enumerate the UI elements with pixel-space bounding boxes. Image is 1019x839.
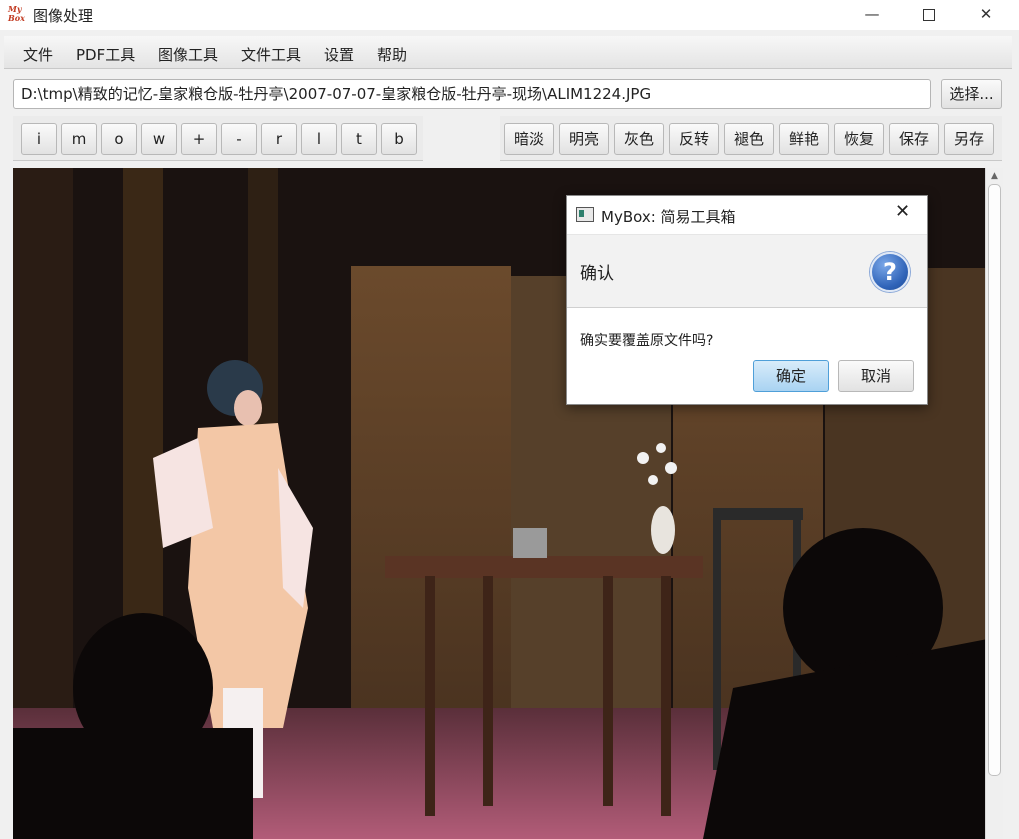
question-icon: ? — [870, 252, 910, 292]
dialog-message: 确实要覆盖原文件吗? — [580, 333, 714, 349]
menu-pdf-tools[interactable]: PDF工具 — [76, 44, 135, 65]
darken-button[interactable]: 暗淡 — [504, 123, 554, 155]
dialog-heading: 确认 — [580, 264, 614, 284]
toolbar-button-o[interactable]: o — [101, 123, 137, 155]
restore-button[interactable]: 恢复 — [834, 123, 884, 155]
invert-button[interactable]: 反转 — [669, 123, 719, 155]
vertical-scrollbar[interactable]: ▲ — [985, 168, 1003, 839]
toolbar-button-i[interactable]: i — [21, 123, 57, 155]
maximize-icon — [923, 8, 935, 21]
file-path-input[interactable]: D:\tmp\精致的记忆-皇家粮仓版-牡丹亭\2007-07-07-皇家粮仓版-… — [13, 79, 931, 109]
ok-button[interactable]: 确定 — [753, 360, 829, 392]
save-as-button[interactable]: 另存 — [944, 123, 994, 155]
fade-button[interactable]: 褪色 — [724, 123, 774, 155]
zoom-out-button[interactable]: - — [221, 123, 257, 155]
window-titlebar: My Box 图像处理 — ✕ — [0, 0, 1019, 30]
dialog-close-button[interactable]: ✕ — [895, 202, 910, 222]
scroll-thumb[interactable] — [988, 184, 1001, 776]
grayscale-button[interactable]: 灰色 — [614, 123, 664, 155]
menu-file[interactable]: 文件 — [23, 44, 53, 65]
menu-settings[interactable]: 设置 — [324, 44, 354, 65]
saturate-button[interactable]: 鲜艳 — [779, 123, 829, 155]
zoom-in-button[interactable]: + — [181, 123, 217, 155]
cancel-button[interactable]: 取消 — [838, 360, 914, 392]
menu-help[interactable]: 帮助 — [377, 44, 407, 65]
toolbar-button-m[interactable]: m — [61, 123, 97, 155]
confirm-dialog: MyBox: 简易工具箱 ✕ 确认 ? 确实要覆盖原文件吗? 确定 取消 — [566, 195, 928, 405]
menu-bar: 文件 PDF工具 图像工具 文件工具 设置 帮助 — [4, 36, 1012, 69]
save-button[interactable]: 保存 — [889, 123, 939, 155]
menu-file-tools[interactable]: 文件工具 — [241, 44, 301, 65]
brighten-button[interactable]: 明亮 — [559, 123, 609, 155]
dialog-header: 确认 ? — [567, 234, 927, 308]
toolbar-button-t[interactable]: t — [341, 123, 377, 155]
app-window-icon — [576, 207, 594, 222]
toolbar-button-w[interactable]: w — [141, 123, 177, 155]
menu-image-tools[interactable]: 图像工具 — [158, 44, 218, 65]
toolbar-button-b[interactable]: b — [381, 123, 417, 155]
toolbar-button-r[interactable]: r — [261, 123, 297, 155]
window-title: 图像处理 — [33, 7, 94, 25]
choose-file-button[interactable]: 选择... — [941, 79, 1002, 109]
maximize-button[interactable] — [906, 0, 952, 30]
app-logo: My Box — [8, 4, 25, 23]
minimize-button[interactable]: — — [849, 0, 895, 30]
dialog-title: MyBox: 简易工具箱 — [601, 208, 736, 226]
close-window-button[interactable]: ✕ — [963, 0, 1009, 30]
scroll-up-icon[interactable]: ▲ — [986, 168, 1003, 184]
toolbar-button-l[interactable]: l — [301, 123, 337, 155]
